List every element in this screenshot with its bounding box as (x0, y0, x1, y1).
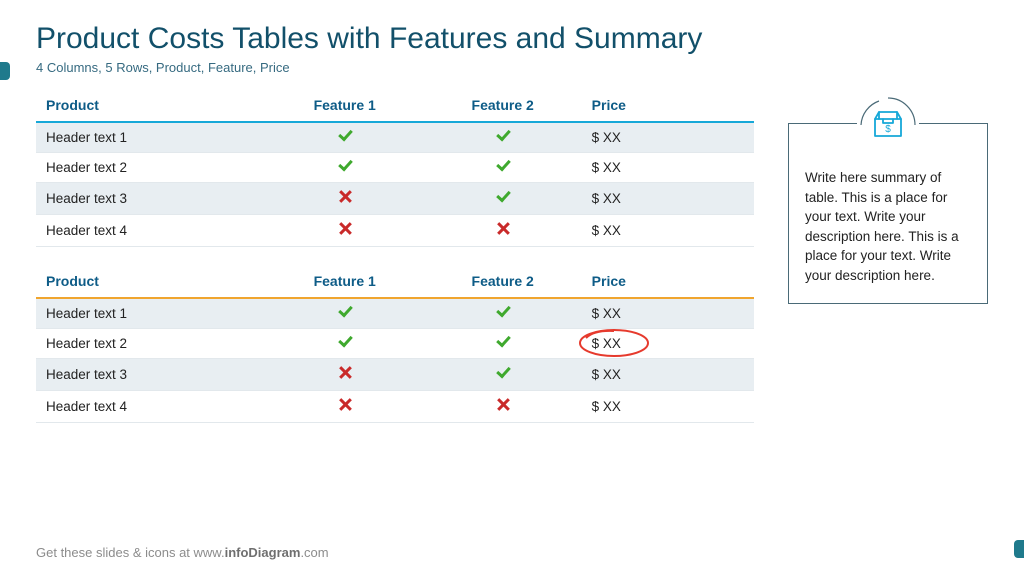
cell-product: Header text 1 (36, 122, 266, 153)
accent-left (0, 62, 10, 80)
table-a-body: Header text 1$ XXHeader text 2$ XXHeader… (36, 122, 754, 247)
check-icon (495, 191, 511, 203)
check-icon (337, 336, 353, 348)
cell-feature2 (424, 153, 582, 183)
cross-icon (338, 222, 352, 236)
check-icon (495, 160, 511, 172)
cell-price: $ XX (582, 122, 754, 153)
circled-price: $ XX (592, 336, 621, 351)
check-icon (337, 160, 353, 172)
cell-feature2 (424, 183, 582, 215)
cross-icon (338, 190, 352, 204)
table-row: Header text 2 $ XX (36, 329, 754, 359)
cell-price: $ XX (582, 153, 754, 183)
table-row: Header text 1 $ XX (36, 122, 754, 153)
check-icon (495, 367, 511, 379)
table-row: Header text 3 $ XX (36, 359, 754, 391)
slide: Product Costs Tables with Features and S… (0, 0, 1024, 433)
table-b-body: Header text 1$ XXHeader text 2$ XXHeader… (36, 298, 754, 423)
cell-product: Header text 4 (36, 215, 266, 247)
cell-feature2 (424, 391, 582, 423)
check-icon (495, 336, 511, 348)
costs-table-a: Product Feature 1 Feature 2 Price Header… (36, 89, 754, 247)
table-row: Header text 4 $ XX (36, 391, 754, 423)
cell-feature1 (266, 153, 424, 183)
svg-text:$: $ (885, 124, 891, 135)
box-dollar-icon: $ (857, 94, 919, 156)
costs-table-b: Product Feature 1 Feature 2 Price Header… (36, 265, 754, 423)
cell-feature1 (266, 183, 424, 215)
cell-product: Header text 1 (36, 298, 266, 329)
footer-brand: infoDiagram (225, 545, 301, 560)
cell-product: Header text 2 (36, 329, 266, 359)
cell-price: $ XX (582, 298, 754, 329)
cell-feature1 (266, 215, 424, 247)
table-row: Header text 2 $ XX (36, 153, 754, 183)
cell-product: Header text 3 (36, 359, 266, 391)
table-row: Header text 1 $ XX (36, 298, 754, 329)
col-feature2: Feature 2 (424, 89, 582, 122)
page-subtitle: 4 Columns, 5 Rows, Product, Feature, Pri… (36, 60, 988, 75)
col-feature1: Feature 1 (266, 265, 424, 298)
cell-product: Header text 4 (36, 391, 266, 423)
summary-card: $ Write here summary of table. This is a… (788, 123, 988, 304)
cell-price: $ XX (582, 359, 754, 391)
accent-right (1014, 540, 1024, 558)
tables-wrapper: Product Feature 1 Feature 2 Price Header… (36, 89, 754, 423)
page-title: Product Costs Tables with Features and S… (36, 22, 988, 56)
cell-price: $ XX (582, 391, 754, 423)
cell-feature2 (424, 298, 582, 329)
footer-tail: .com (300, 545, 328, 560)
col-price: Price (582, 89, 754, 122)
check-icon (495, 306, 511, 318)
col-product: Product (36, 89, 266, 122)
col-feature1: Feature 1 (266, 89, 424, 122)
cell-feature1 (266, 122, 424, 153)
table-row: Header text 3 $ XX (36, 183, 754, 215)
cross-icon (338, 398, 352, 412)
cell-feature2 (424, 215, 582, 247)
cell-feature2 (424, 122, 582, 153)
cell-feature1 (266, 359, 424, 391)
cell-feature2 (424, 359, 582, 391)
cell-feature1 (266, 298, 424, 329)
cross-icon (338, 366, 352, 380)
check-icon (337, 306, 353, 318)
footer-attribution: Get these slides & icons at www.infoDiag… (36, 545, 329, 560)
table-row: Header text 4 $ XX (36, 215, 754, 247)
cell-product: Header text 3 (36, 183, 266, 215)
cell-product: Header text 2 (36, 153, 266, 183)
footer-lead: Get these slides & icons at www. (36, 545, 225, 560)
cross-icon (496, 222, 510, 236)
cell-feature1 (266, 391, 424, 423)
check-icon (337, 130, 353, 142)
cell-price: $ XX (582, 329, 754, 359)
cell-price: $ XX (582, 215, 754, 247)
cell-feature1 (266, 329, 424, 359)
col-product: Product (36, 265, 266, 298)
col-price: Price (582, 265, 754, 298)
cross-icon (496, 398, 510, 412)
check-icon (495, 130, 511, 142)
col-feature2: Feature 2 (424, 265, 582, 298)
cell-feature2 (424, 329, 582, 359)
cell-price: $ XX (582, 183, 754, 215)
summary-text: Write here summary of table. This is a p… (805, 168, 971, 285)
